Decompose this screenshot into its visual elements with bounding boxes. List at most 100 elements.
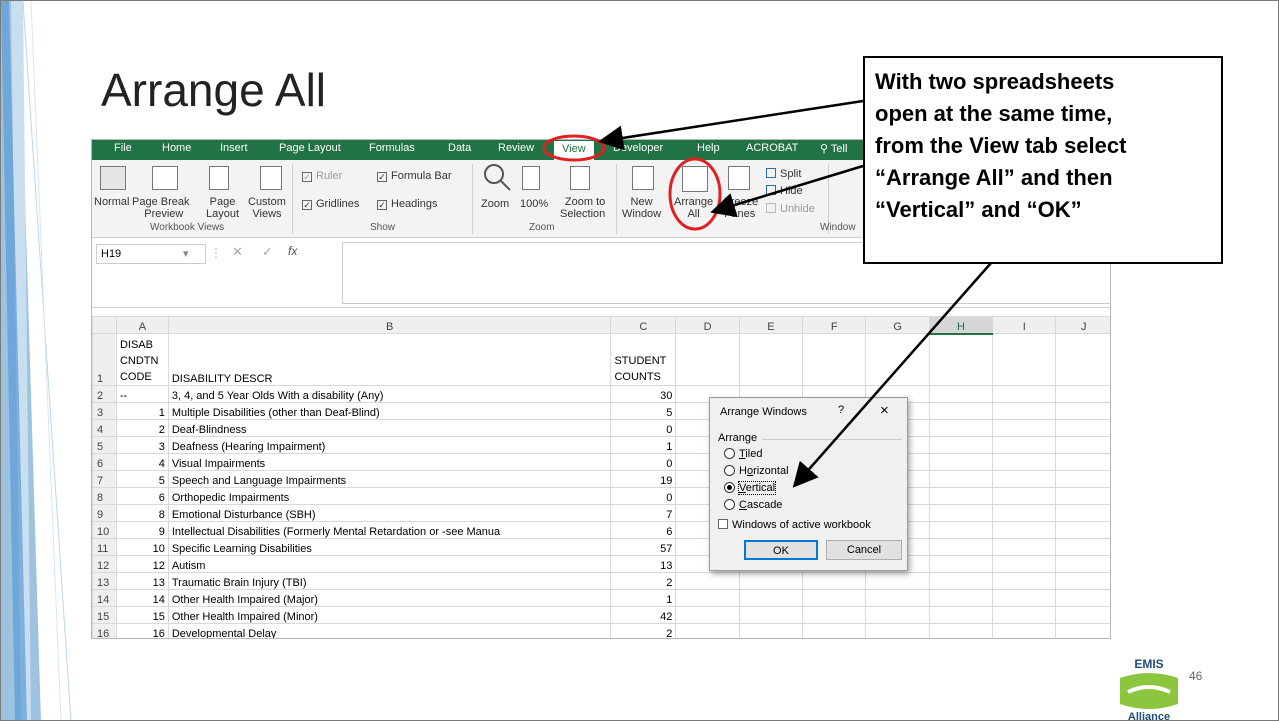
cell-count[interactable]: 2 (610, 572, 677, 590)
cell-description[interactable]: 3, 4, and 5 Year Olds With a disability … (167, 385, 612, 403)
cell-description[interactable]: Visual Impairments (167, 453, 612, 471)
cell-description[interactable]: Emotional Disturbance (SBH) (167, 504, 612, 522)
cell-description[interactable]: Speech and Language Impairments (167, 470, 612, 488)
row-number[interactable]: 12 (92, 555, 117, 573)
cell-count[interactable]: 57 (610, 538, 677, 556)
cell[interactable] (992, 436, 1057, 454)
cell-count[interactable]: 42 (610, 606, 677, 624)
radio-tiled[interactable]: Tiled (724, 448, 762, 460)
cell-description[interactable]: Specific Learning Disabilities (167, 538, 612, 556)
new-window-button[interactable]: New Window (622, 196, 661, 220)
tab-formulas[interactable]: Formulas (369, 142, 415, 154)
cell-count[interactable]: 6 (610, 521, 677, 539)
cell[interactable] (928, 402, 994, 420)
row-number[interactable]: 16 (92, 623, 117, 638)
cell[interactable] (928, 521, 994, 539)
radio-horizontal[interactable]: Horizontal (724, 465, 789, 477)
cell[interactable] (1055, 589, 1110, 607)
cell[interactable] (1055, 504, 1110, 522)
cell[interactable] (1055, 470, 1110, 488)
cell-description[interactable]: Traumatic Brain Injury (TBI) (167, 572, 612, 590)
row-number[interactable]: 1 (92, 333, 117, 386)
cell[interactable] (928, 538, 994, 556)
cell-count[interactable]: 5 (610, 402, 677, 420)
cell[interactable] (992, 402, 1057, 420)
page-break-button[interactable]: Page Break Preview (132, 196, 189, 220)
cell-count[interactable]: 19 (610, 470, 677, 488)
cell[interactable] (1055, 572, 1110, 590)
cell[interactable] (928, 623, 994, 638)
cell[interactable] (992, 589, 1057, 607)
column-header-selected[interactable]: H (928, 316, 994, 335)
cell[interactable] (928, 419, 994, 437)
cell[interactable] (802, 333, 867, 386)
tab-home[interactable]: Home (162, 142, 191, 154)
cell[interactable] (992, 419, 1057, 437)
enter-icon[interactable]: ✓ (262, 244, 273, 260)
cell[interactable] (992, 572, 1057, 590)
cell[interactable] (1055, 436, 1110, 454)
cell[interactable] (992, 333, 1057, 386)
cell-header-desc[interactable]: DISABILITY DESCR (167, 333, 612, 386)
row-number[interactable]: 14 (92, 589, 117, 607)
row-number[interactable]: 2 (92, 385, 117, 403)
cell[interactable] (1055, 419, 1110, 437)
radio-cascade[interactable]: Cascade (724, 499, 782, 511)
cell[interactable] (865, 623, 930, 638)
cell-code[interactable]: 10 (115, 538, 169, 556)
cell-count[interactable]: 13 (610, 555, 677, 573)
cell-code[interactable]: 13 (115, 572, 169, 590)
cell-count[interactable]: 1 (610, 436, 677, 454)
cell-description[interactable]: Deafness (Hearing Impairment) (167, 436, 612, 454)
cell-code[interactable]: 16 (115, 623, 169, 638)
cell[interactable] (1055, 521, 1110, 539)
cell-code[interactable]: 14 (115, 589, 169, 607)
row-number[interactable]: 11 (92, 538, 117, 556)
cell-description[interactable]: Other Health Impaired (Major) (167, 589, 612, 607)
tab-data[interactable]: Data (448, 142, 471, 154)
cell-description[interactable]: Deaf-Blindness (167, 419, 612, 437)
zoom-selection-button[interactable]: Zoom to Selection (560, 196, 605, 220)
cell[interactable] (992, 504, 1057, 522)
cell[interactable] (992, 453, 1057, 471)
cell[interactable] (992, 521, 1057, 539)
cell[interactable] (738, 606, 804, 624)
cell-code[interactable]: -- (115, 385, 169, 403)
cell[interactable] (675, 572, 740, 590)
cell[interactable] (865, 572, 930, 590)
cell[interactable] (865, 589, 930, 607)
cell[interactable] (675, 333, 740, 386)
column-header[interactable]: D (675, 316, 740, 334)
cell[interactable] (992, 470, 1057, 488)
cell[interactable] (928, 572, 994, 590)
tab-review[interactable]: Review (498, 142, 534, 154)
row-number[interactable]: 6 (92, 453, 117, 471)
column-header[interactable]: B (167, 316, 612, 334)
row-number[interactable]: 4 (92, 419, 117, 437)
cell[interactable] (1055, 333, 1110, 386)
row-number[interactable]: 3 (92, 402, 117, 420)
cell-description[interactable]: Developmental Delay (167, 623, 612, 638)
cell-code[interactable]: 8 (115, 504, 169, 522)
tab-tell-me[interactable]: ⚲ Tell (820, 142, 847, 155)
tab-help[interactable]: Help (697, 142, 720, 154)
row-number[interactable]: 7 (92, 470, 117, 488)
ok-button[interactable]: OK (744, 540, 818, 560)
cell[interactable] (928, 436, 994, 454)
cell-header-code[interactable]: DISAB CNDTN CODE (115, 333, 169, 386)
cell[interactable] (1055, 538, 1110, 556)
cell[interactable] (992, 555, 1057, 573)
tab-acrobat[interactable]: ACROBAT (746, 142, 798, 154)
tab-insert[interactable]: Insert (220, 142, 248, 154)
cell-code[interactable]: 1 (115, 402, 169, 420)
cell-count[interactable]: 0 (610, 453, 677, 471)
cancel-icon[interactable]: ✕ (232, 244, 243, 260)
column-header[interactable]: A (115, 316, 169, 334)
cell[interactable] (928, 333, 994, 386)
row-number[interactable]: 13 (92, 572, 117, 590)
cell[interactable] (1055, 487, 1110, 505)
cell-code[interactable]: 15 (115, 606, 169, 624)
cell-code[interactable]: 6 (115, 487, 169, 505)
cell-description[interactable]: Other Health Impaired (Minor) (167, 606, 612, 624)
cell-description[interactable]: Orthopedic Impairments (167, 487, 612, 505)
